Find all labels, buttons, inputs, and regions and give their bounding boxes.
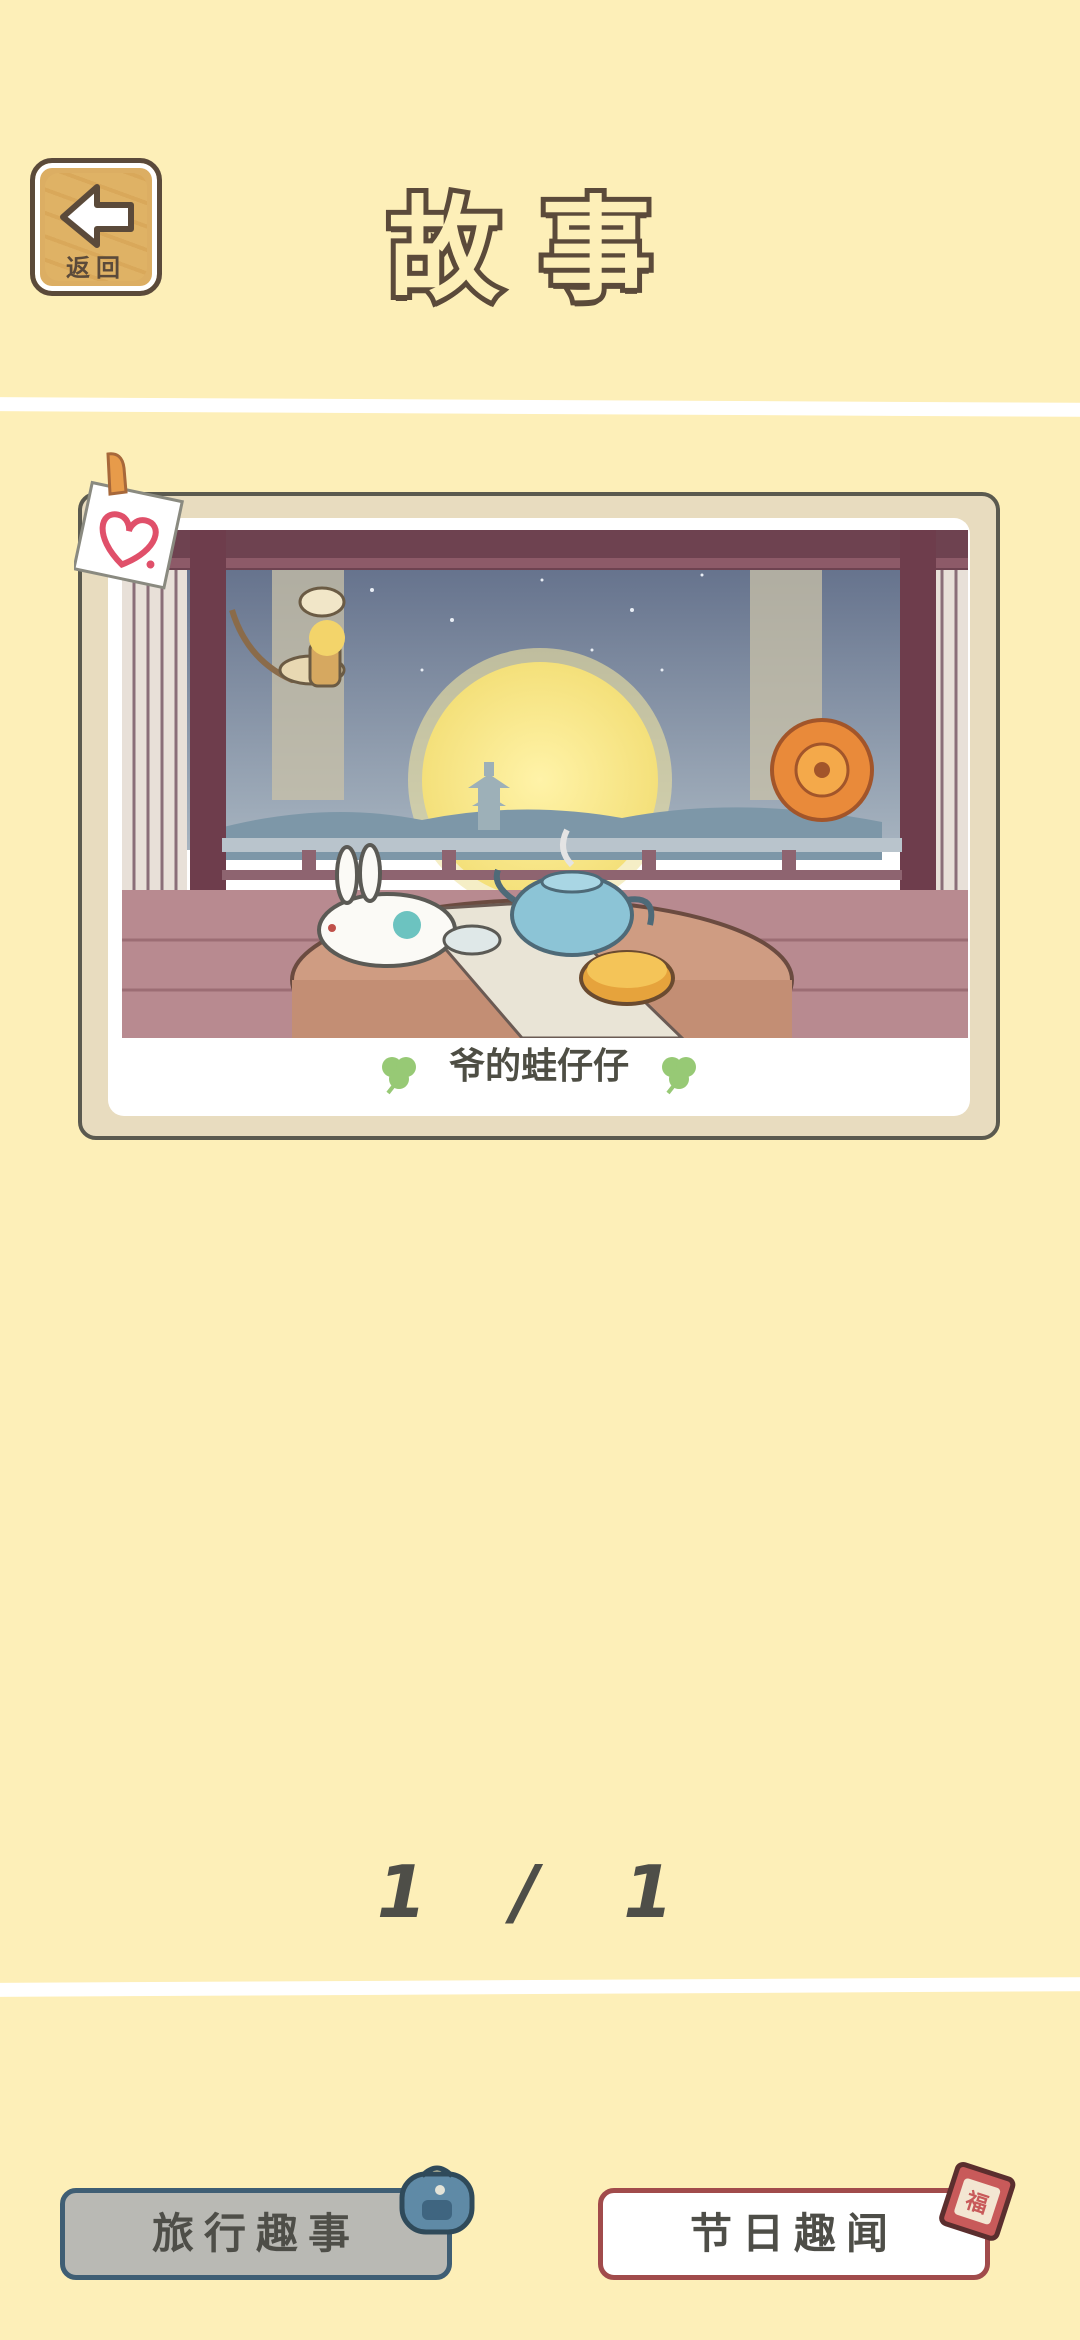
story-card-inner: 爷的蛙仔仔 (108, 518, 970, 1116)
backpack-icon (399, 2165, 475, 2235)
story-illustration (122, 530, 968, 1038)
clover-icon-left (381, 1056, 416, 1094)
top-divider (0, 397, 1080, 417)
page-title: 故事 (383, 181, 692, 321)
story-card[interactable]: 爷的蛙仔仔 (78, 492, 1000, 1140)
red-envelope-icon: 福 (939, 2161, 1016, 2241)
favorite-heart-note-icon[interactable] (74, 448, 190, 594)
bottom-divider (0, 1977, 1080, 1997)
clover-icon-right (662, 1056, 697, 1094)
caption-row: 爷的蛙仔仔 (108, 1032, 970, 1102)
page-indicator: 1 / 1 (376, 1850, 704, 1934)
story-caption: 爷的蛙仔仔 (448, 1046, 629, 1087)
holiday-stories-button[interactable]: 节日趣闻 (598, 2188, 990, 2280)
